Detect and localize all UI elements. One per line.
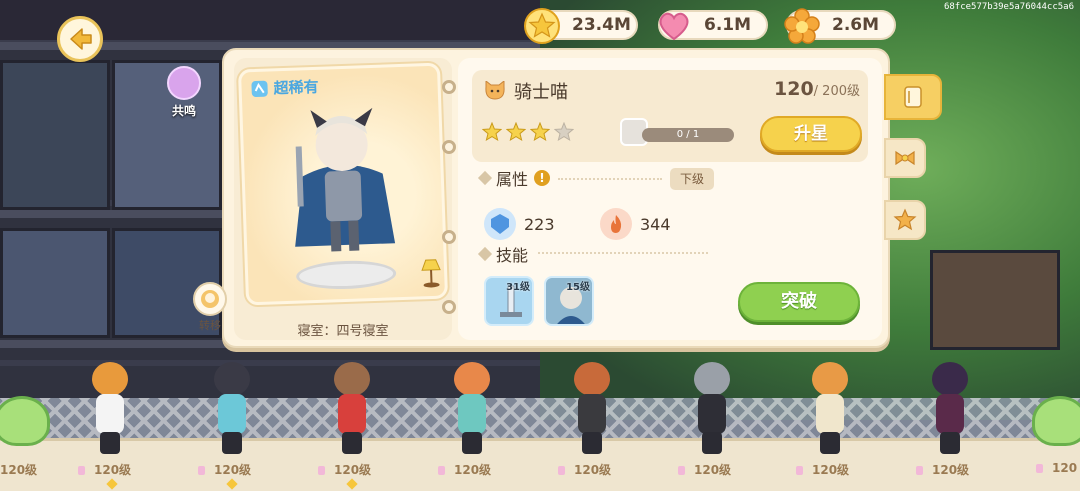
- stat-defense: 223: [484, 208, 555, 240]
- roster-level-tag: 120级: [0, 461, 37, 478]
- skill-level: 31级: [506, 282, 530, 293]
- dorm-room-label: 寝室：四号寝室: [297, 324, 389, 339]
- stat-defense-value: 223: [524, 214, 555, 234]
- dotted-divider: [538, 252, 708, 254]
- rarity-label: 超稀有: [273, 77, 319, 98]
- binder-ring: [442, 80, 456, 94]
- skill-slot-1[interactable]: 31级: [484, 276, 534, 326]
- roster-level-tag: 120: [1036, 461, 1077, 475]
- dorm-room[interactable]: [930, 250, 1060, 350]
- character-header: 骑士喵 120/ 200级 0 / 1 升星: [472, 70, 868, 162]
- roster-level-tag: 120级: [678, 461, 731, 478]
- dorm-room[interactable]: [0, 228, 110, 338]
- binder-ring: [442, 230, 456, 244]
- green-slime-mascot[interactable]: [1032, 396, 1080, 446]
- character-info: 骑士喵 120/ 200级 0 / 1 升星 属性 ! 下级 223 344 技…: [458, 58, 882, 340]
- character-card[interactable]: 超稀有: [237, 62, 449, 306]
- green-slime-mascot[interactable]: [0, 396, 50, 446]
- stat-attack: 344: [600, 208, 671, 240]
- currency-hearts-value: 6.1M: [704, 15, 752, 35]
- skill-slot-2[interactable]: 15级: [544, 276, 594, 326]
- bow-icon: [895, 150, 915, 166]
- roster-level-tag: 120级: [78, 461, 131, 478]
- roster-level-tag: 120级: [916, 461, 969, 478]
- roster-character[interactable]: [566, 362, 618, 458]
- binder-ring: [442, 140, 456, 154]
- skill-level: 15级: [566, 282, 590, 293]
- debug-hash: 68fce577b39e5a76044cc5a6: [943, 2, 1074, 12]
- attributes-title: 属性 !: [477, 166, 551, 190]
- roster-level-tag: 120级: [198, 461, 251, 478]
- cat-face-icon: [485, 81, 505, 100]
- currency-flowers[interactable]: 2.6M: [784, 8, 896, 44]
- info-alert-icon[interactable]: !: [534, 170, 551, 186]
- upgrade-star-button[interactable]: 升星: [760, 116, 862, 152]
- star-filled-icon: [482, 122, 502, 142]
- roster-level-tag: 120级: [438, 461, 491, 478]
- star-coin-icon: [522, 6, 562, 46]
- currency-flowers-value: 2.6M: [832, 15, 880, 35]
- attributes-title-label: 属性: [496, 170, 529, 189]
- tab-outfit[interactable]: [884, 138, 926, 178]
- tab-favorite[interactable]: [884, 200, 926, 240]
- binder-ring: [442, 300, 456, 314]
- lamp-icon: [421, 259, 441, 288]
- roster-character[interactable]: [206, 362, 258, 458]
- star-empty-icon: [554, 122, 574, 142]
- resonance-icon: [167, 66, 201, 100]
- shield-gem-icon: [484, 208, 516, 240]
- heart-icon: [654, 6, 694, 46]
- rarity-gem-icon: [251, 80, 268, 97]
- roster-character[interactable]: [446, 362, 498, 458]
- character-detail-panel: 超稀有 寝室：四号寝室 骑士喵 120/ 200级 0 / 1 升星 属性 ! …: [222, 48, 890, 348]
- skills-title: 技能: [477, 242, 529, 266]
- picket-fence: [0, 398, 1080, 438]
- level-current: 120: [774, 78, 814, 100]
- tab-card[interactable]: [884, 74, 942, 120]
- roster-character[interactable]: [84, 362, 136, 458]
- back-arrow-icon: [70, 28, 92, 50]
- knight-cat-portrait: [295, 107, 396, 252]
- star-filled-icon: [530, 122, 550, 142]
- flame-icon: [600, 208, 632, 240]
- character-level: 120/ 200级: [774, 78, 860, 100]
- roster-level-tag: 120级: [318, 461, 371, 478]
- roster-level-tag: 120级: [558, 461, 611, 478]
- stat-attack-value: 344: [640, 214, 671, 234]
- section-bullet-icon: [477, 170, 493, 186]
- section-bullet-icon: [477, 246, 493, 262]
- card-book-icon: [904, 86, 922, 108]
- dotted-divider: [558, 178, 662, 180]
- dorm-room[interactable]: [0, 60, 110, 210]
- roster-character[interactable]: [686, 362, 738, 458]
- breakthrough-button[interactable]: 突破: [738, 282, 860, 322]
- skills-title-label: 技能: [496, 246, 529, 265]
- rarity-badge: 超稀有: [249, 76, 319, 99]
- shard-progress: 0 / 1: [620, 118, 738, 146]
- roster-level-tag: 120级: [796, 461, 849, 478]
- roster-character[interactable]: [924, 362, 976, 458]
- flower-icon: [782, 6, 822, 46]
- character-name: 骑士喵: [514, 82, 568, 103]
- back-button[interactable]: [57, 16, 103, 62]
- star-tab-icon: [893, 208, 917, 231]
- next-level-button[interactable]: 下级: [670, 168, 714, 190]
- star-filled-icon: [506, 122, 526, 142]
- level-max: / 200级: [813, 84, 860, 99]
- resonance-label: 共鸣: [171, 104, 196, 118]
- shard-progress-bar: 0 / 1: [642, 128, 734, 142]
- roster-character[interactable]: [326, 362, 378, 458]
- currency-star-coins-value: 23.4M: [572, 15, 631, 35]
- star-rating: [482, 122, 574, 142]
- transfer-label: 转移: [199, 319, 221, 332]
- currency-hearts[interactable]: 6.1M: [658, 10, 768, 41]
- resonance-button[interactable]: 共鸣: [160, 66, 208, 119]
- transfer-button[interactable]: 转移: [192, 282, 228, 333]
- character-card-area: 超稀有 寝室：四号寝室: [234, 58, 452, 340]
- character-name-row: 骑士喵: [484, 78, 568, 104]
- transfer-icon: [193, 282, 227, 316]
- roster-character[interactable]: [804, 362, 856, 458]
- shard-progress-text: 0 / 1: [676, 129, 700, 140]
- currency-star-coins[interactable]: 23.4M: [524, 8, 638, 44]
